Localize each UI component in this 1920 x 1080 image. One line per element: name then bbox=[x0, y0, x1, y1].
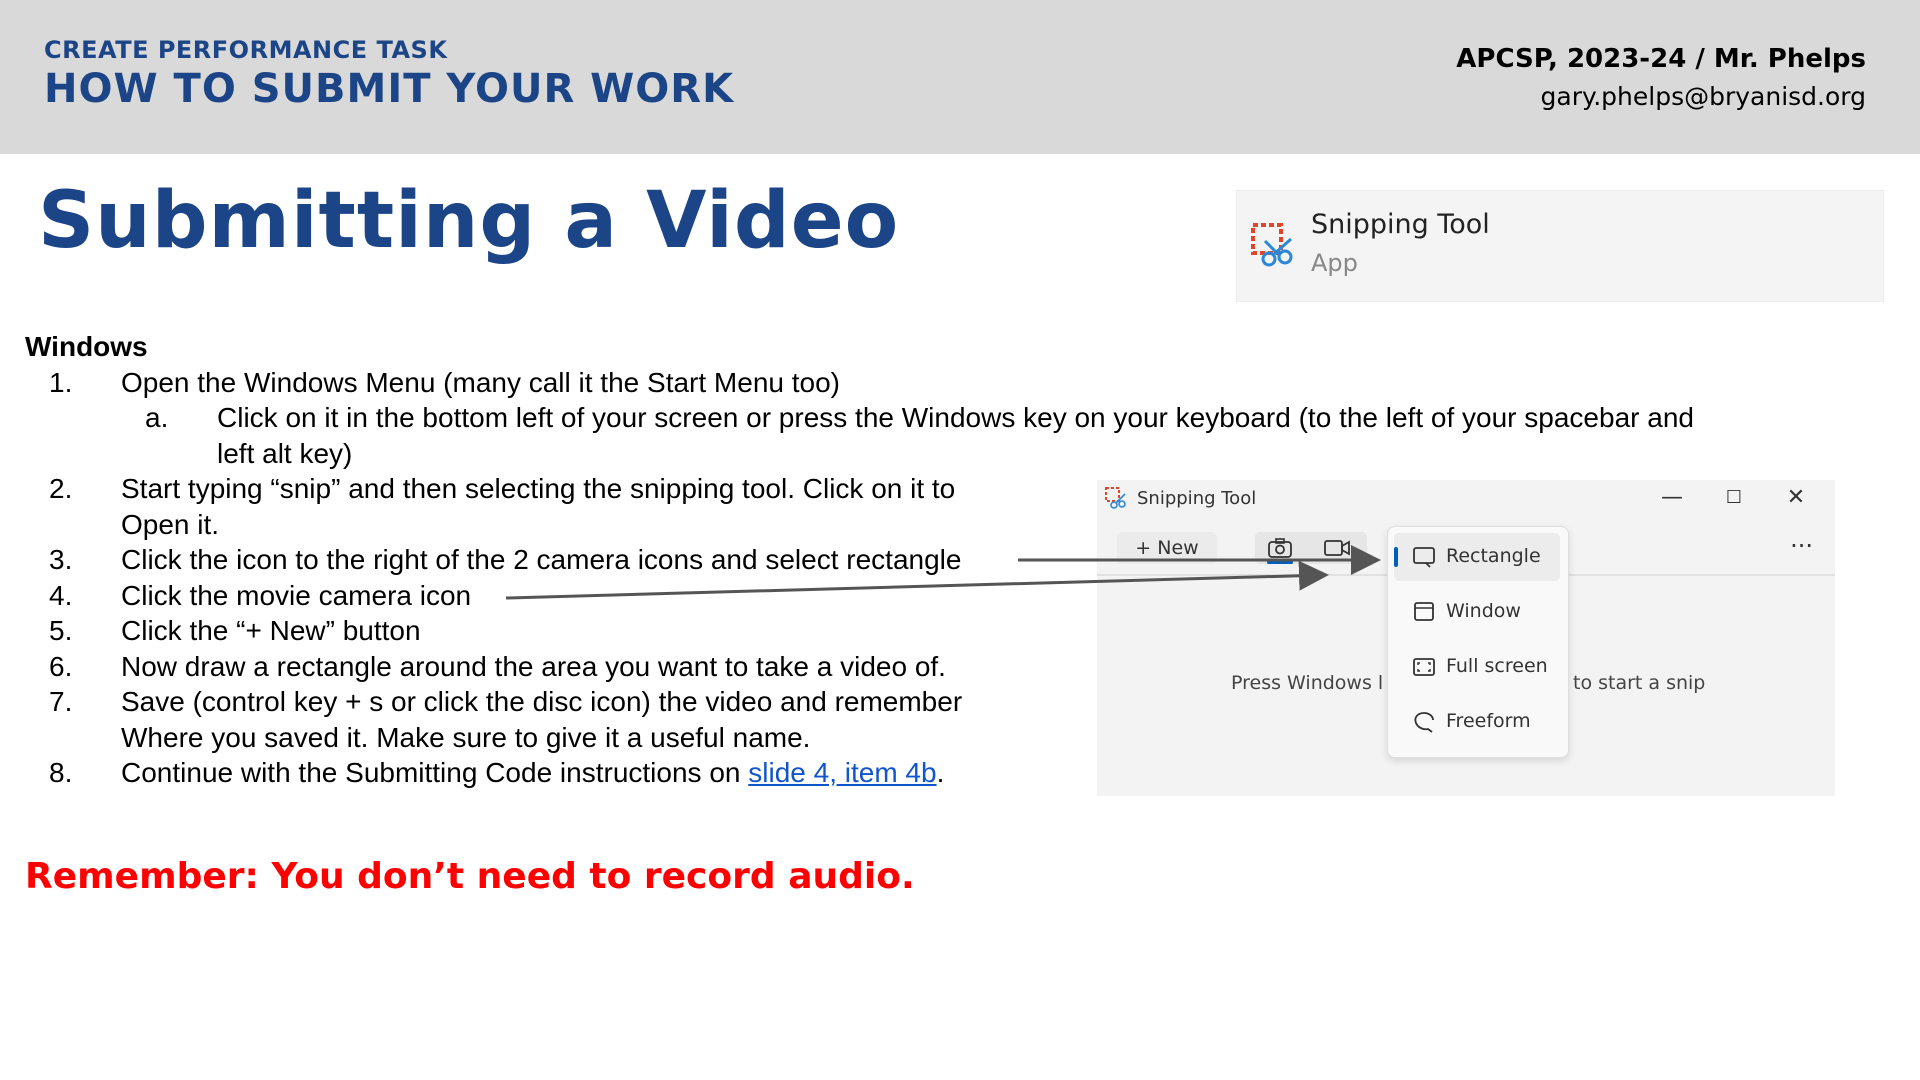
step-number: 7. bbox=[49, 686, 73, 717]
full-screen-icon bbox=[1413, 658, 1435, 676]
header-course: APCSP, 2023-24 / Mr. Phelps bbox=[1456, 44, 1866, 74]
step-number: 6. bbox=[49, 650, 73, 682]
menu-item-label: Window bbox=[1446, 600, 1521, 622]
section-heading: Windows bbox=[25, 331, 148, 362]
step-number: 4. bbox=[49, 579, 73, 611]
search-result-app-type: App bbox=[1311, 249, 1358, 277]
capture-mode-group bbox=[1255, 532, 1367, 564]
window-icon bbox=[1414, 602, 1434, 621]
step-text-trail: . bbox=[936, 757, 945, 788]
header-email: gary.phelps@bryanisd.org bbox=[1540, 82, 1866, 111]
menu-item-label: Full screen bbox=[1446, 655, 1548, 677]
step-number: 8. bbox=[49, 757, 73, 788]
new-button[interactable]: + New bbox=[1117, 532, 1217, 564]
slide-title: Submitting a Video bbox=[38, 176, 900, 266]
close-button[interactable]: ✕ bbox=[1781, 484, 1811, 512]
selected-mode-indicator bbox=[1267, 561, 1293, 564]
slide-4-link[interactable]: slide 4, item 4b bbox=[748, 757, 936, 788]
help-text-left: Press Windows l bbox=[1231, 672, 1384, 694]
snipping-tool-icon bbox=[1105, 487, 1126, 509]
step-number: 1. bbox=[49, 366, 73, 398]
list-item: a. Click on it in the bottom left of you… bbox=[25, 400, 1694, 471]
movie-camera-icon[interactable] bbox=[1323, 538, 1351, 558]
window-titlebar: Snipping Tool — ☐ ✕ bbox=[1097, 480, 1835, 514]
snipping-tool-window: Snipping Tool — ☐ ✕ + New ··· Press Wind… bbox=[1097, 480, 1835, 796]
snip-mode-dropdown: Rectangle Window Full screen Freeform bbox=[1387, 526, 1569, 758]
search-result-app-name: Snipping Tool bbox=[1311, 209, 1490, 240]
step-text: Open the Windows Menu (many call it the … bbox=[121, 366, 840, 398]
camera-icon[interactable] bbox=[1267, 537, 1293, 559]
rectangle-icon bbox=[1413, 547, 1435, 568]
menu-item-window[interactable]: Window bbox=[1394, 588, 1560, 636]
snipping-tool-search-result[interactable]: Snipping Tool App bbox=[1236, 190, 1884, 302]
window-title: Snipping Tool bbox=[1137, 488, 1257, 509]
menu-item-label: Rectangle bbox=[1446, 545, 1541, 567]
help-text-right: to start a snip bbox=[1573, 672, 1706, 694]
menu-item-full-screen[interactable]: Full screen bbox=[1394, 643, 1560, 691]
reminder-note: Remember: You don’t need to record audio… bbox=[25, 856, 915, 897]
list-item: 1. Open the Windows Menu (many call it t… bbox=[25, 365, 1694, 401]
menu-item-label: Freeform bbox=[1446, 710, 1531, 732]
header-kicker: CREATE PERFORMANCE TASK bbox=[44, 36, 448, 64]
slide-header: CREATE PERFORMANCE TASK HOW TO SUBMIT YO… bbox=[0, 0, 1920, 154]
minimize-button[interactable]: — bbox=[1657, 484, 1687, 512]
snipping-tool-icon bbox=[1251, 223, 1293, 267]
step-text-continued: left alt key) bbox=[217, 437, 353, 469]
step-number: 3. bbox=[49, 544, 73, 575]
more-options-button[interactable]: ··· bbox=[1790, 532, 1813, 560]
step-number: a. bbox=[145, 402, 169, 433]
header-title: HOW TO SUBMIT YOUR WORK bbox=[44, 66, 735, 112]
step-text-lead: Continue with the Submitting Code instru… bbox=[121, 757, 749, 788]
freeform-icon bbox=[1414, 712, 1434, 733]
step-text: Click on it in the bottom left of your s… bbox=[217, 402, 1694, 433]
step-number: 2. bbox=[49, 473, 73, 504]
menu-item-rectangle[interactable]: Rectangle bbox=[1394, 533, 1560, 581]
step-number: 5. bbox=[49, 615, 73, 646]
maximize-button[interactable]: ☐ bbox=[1719, 484, 1749, 512]
menu-item-freeform[interactable]: Freeform bbox=[1394, 698, 1560, 746]
selected-marker bbox=[1394, 547, 1398, 567]
